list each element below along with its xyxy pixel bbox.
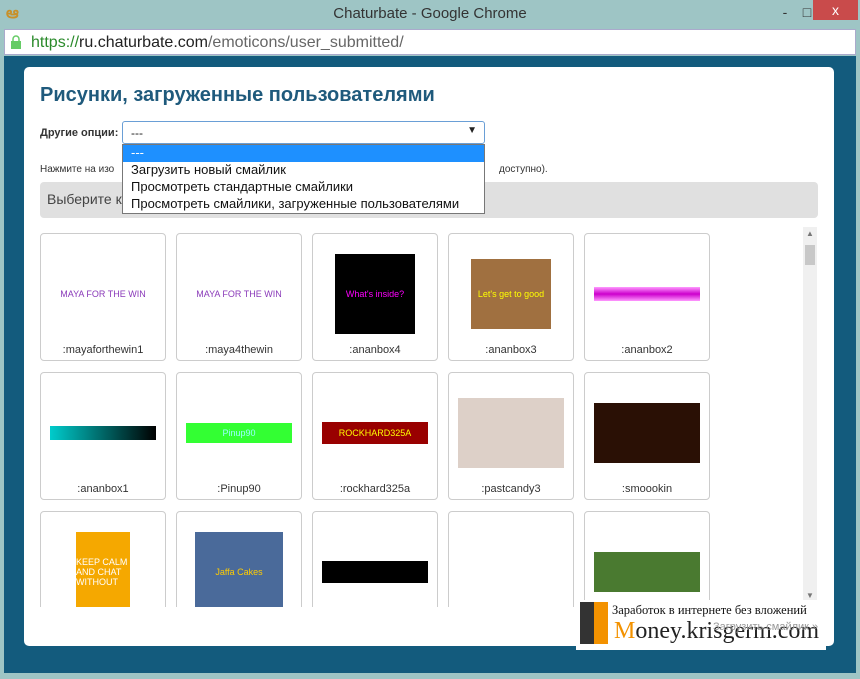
hint-text-end: доступно). [499, 164, 548, 175]
emoticon-tile[interactable]: :ananbox1 [40, 372, 166, 500]
emoticon-tile[interactable]: ROCKHARD325A :rockhard325a [312, 372, 438, 500]
emoticon-image [594, 287, 700, 301]
emoticon-name: :pastcandy3 [481, 483, 541, 495]
scroll-down-icon[interactable]: ▼ [806, 591, 814, 600]
lock-icon [11, 35, 21, 49]
emoticon-tile[interactable]: :ananbox2 [584, 233, 710, 361]
dropdown-arrow-icon: ▼ [467, 125, 477, 136]
emoticon-tile[interactable] [448, 511, 574, 607]
emoticon-tile[interactable]: MAYA FOR THE WIN :maya4thewin [176, 233, 302, 361]
dropdown-option[interactable]: Загрузить новый смайлик [123, 162, 484, 179]
emoticon-image [594, 403, 700, 463]
emoticon-name: :Pinup90 [217, 483, 261, 495]
emoticon-tile[interactable]: :smoookin [584, 372, 710, 500]
options-dropdown: --- Загрузить новый смайлик Просмотреть … [122, 144, 485, 214]
emoticon-image: KEEP CALM AND CHAT WITHOUT [76, 532, 130, 607]
emoticon-grid: MAYA FOR THE WIN:mayaforthewin1 MAYA FOR … [40, 233, 716, 607]
emoticon-name: :mayaforthewin1 [62, 344, 144, 356]
emoticon-image: MAYA FOR THE WIN [184, 284, 294, 304]
dropdown-option[interactable]: Просмотреть стандартные смайлики [123, 179, 484, 196]
emoticon-image: Pinup90 [186, 423, 292, 443]
url-path: /emoticons/user_submitted/ [207, 34, 404, 51]
emoticon-tile[interactable]: KEEP CALM AND CHAT WITHOUT [40, 511, 166, 607]
emoticon-name: :ananbox4 [349, 344, 401, 356]
emoticon-image [476, 547, 546, 597]
upload-emoticon-link[interactable]: Загрузить смайлик » [713, 621, 818, 633]
emoticon-image: Let's get to good [471, 259, 551, 329]
page-title: Рисунки, загруженные пользователями [40, 84, 435, 106]
emoticon-tile[interactable]: :pastcandy3 [448, 372, 574, 500]
page-background: Рисунки, загруженные пользователями Друг… [4, 56, 856, 673]
emoticon-image: What's inside? [335, 254, 415, 334]
scroll-thumb[interactable] [805, 245, 815, 265]
emoticon-tile[interactable]: MAYA FOR THE WIN :mayaforthewin1 [40, 233, 166, 361]
address-bar[interactable]: https://ru.chaturbate.com/emoticons/user… [4, 29, 856, 55]
options-select[interactable]: --- ▼ [122, 121, 485, 144]
emoticon-name: :ananbox3 [485, 344, 537, 356]
scroll-up-icon[interactable]: ▲ [806, 229, 814, 238]
content-panel: Рисунки, загруженные пользователями Друг… [24, 67, 834, 646]
scrollbar[interactable]: ▲ ▼ [803, 227, 817, 605]
emoticon-image [458, 398, 564, 468]
minimize-button[interactable]: - [775, 4, 795, 26]
emoticon-name: :rockhard325a [339, 483, 411, 495]
emoticon-image [594, 552, 700, 592]
emoticon-name: :smoookin [621, 483, 673, 495]
url-scheme: https:// [31, 34, 80, 51]
select-value: --- [131, 126, 143, 140]
dropdown-option[interactable]: Просмотреть смайлики, загруженные пользо… [123, 196, 484, 213]
emoticon-tile[interactable] [312, 511, 438, 607]
emoticon-tile[interactable]: Let's get to good :ananbox3 [448, 233, 574, 361]
emoticon-tile[interactable]: What's inside? :ananbox4 [312, 233, 438, 361]
window-title: Chaturbate - Google Chrome [333, 5, 527, 22]
emoticon-image: MAYA FOR THE WIN [48, 284, 158, 304]
url-text[interactable]: https://ru.chaturbate.com/emoticons/user… [31, 34, 404, 52]
emoticon-image [50, 426, 156, 440]
emoticon-image [322, 561, 428, 583]
url-domain: ru.chaturbate.com [79, 34, 208, 51]
emoticon-name: :ananbox1 [77, 483, 129, 495]
title-bar: ఆ Chaturbate - Google Chrome - □ x [0, 0, 860, 28]
emoticon-tile[interactable]: Pinup90 :Pinup90 [176, 372, 302, 500]
emoticon-image: ROCKHARD325A [322, 422, 428, 444]
close-button[interactable]: x [813, 0, 858, 20]
dropdown-option[interactable]: --- [123, 145, 484, 162]
emoticon-tile[interactable] [584, 511, 710, 607]
emoticon-name: :ananbox2 [621, 344, 673, 356]
watermark-line1: Заработок в интернете без вложений [612, 603, 807, 617]
emoticon-image: Jaffa Cakes [195, 532, 283, 607]
emoticon-name: :maya4thewin [205, 344, 273, 356]
emoticon-tile[interactable]: Jaffa Cakes [176, 511, 302, 607]
options-label: Другие опции: [40, 127, 119, 139]
